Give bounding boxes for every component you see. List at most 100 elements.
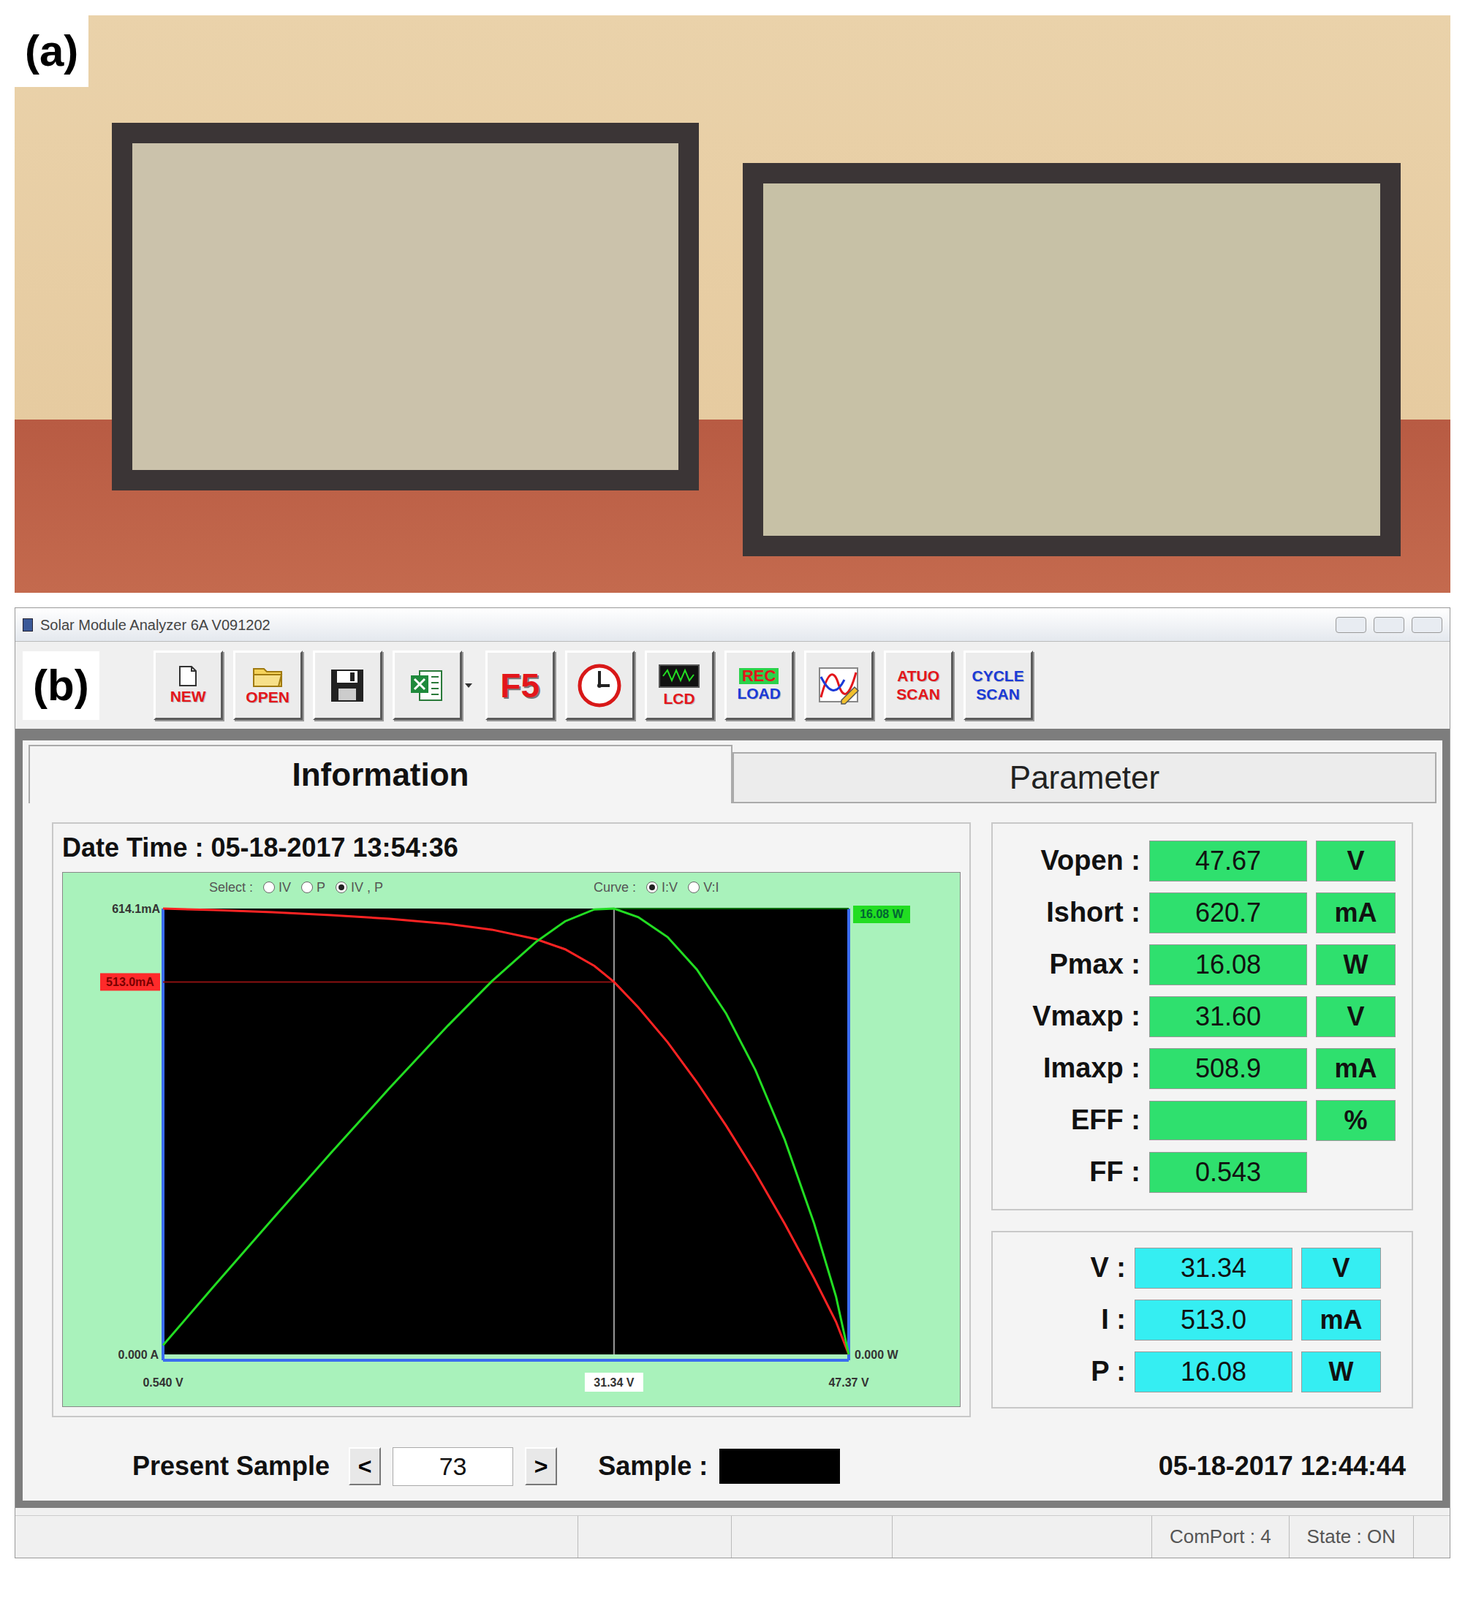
tab[interactable]: Parameter: [732, 752, 1437, 804]
radio-circle-icon: [646, 881, 658, 894]
right-column: Vopen :47.67VIshort :620.7mAPmax :16.08W…: [991, 822, 1414, 1418]
field-unit: mA: [1301, 1299, 1381, 1341]
toolbar-button-label: REC: [739, 668, 779, 685]
toolbar: (b)NEWOPENF5LCDRECLOADATUOSCANCYCLESCAN: [15, 641, 1450, 729]
monitor-wave-icon: [657, 663, 702, 690]
scan-toolbar-button[interactable]: CYCLESCAN: [963, 650, 1033, 721]
bottom-axis: [163, 1358, 849, 1362]
field-unit: %: [1315, 1100, 1396, 1142]
field-label: V :: [1001, 1247, 1126, 1289]
current-marker-label: 513.0mA: [106, 975, 155, 989]
save-toolbar-button[interactable]: [312, 650, 383, 721]
y-left-max-label: 614.1mA: [111, 902, 161, 916]
toolbar-button-label: SCAN: [896, 686, 941, 703]
folder-icon: [251, 664, 284, 688]
main-panel: InformationParameter Date Time : 05-18-20…: [15, 728, 1450, 1509]
x-max-label: 47.37 V: [828, 1376, 869, 1389]
floppy-disk-icon: [326, 665, 368, 707]
toolbar-item: RECLOAD: [724, 650, 794, 721]
field-value: 31.60: [1149, 996, 1308, 1038]
scan-toolbar-button[interactable]: ATUOSCAN: [883, 650, 954, 721]
iv-plot[interactable]: 614.1mA513.0mA0.000 A16.08 W0.000 W0.540…: [62, 902, 961, 1407]
radio-option[interactable]: V:I: [687, 877, 719, 898]
screenshot-label: (b): [22, 651, 100, 721]
cursor-readout-grid: V :31.34VI :513.0mAP :16.08W: [1001, 1247, 1403, 1393]
maximize-button[interactable]: [1373, 616, 1405, 634]
refresh-toolbar-button[interactable]: F5: [485, 650, 555, 721]
excel-icon: [406, 665, 448, 707]
power-max-box: [853, 905, 911, 924]
chart-group: Date Time : 05-18-2017 13:54:36Select :I…: [51, 822, 971, 1418]
radio-option[interactable]: I:V: [646, 877, 678, 898]
sample-number-field[interactable]: 73: [392, 1447, 514, 1487]
field-label: Pmax :: [1001, 943, 1141, 986]
tab[interactable]: Information: [28, 744, 733, 804]
plot-area: [163, 908, 849, 1355]
field-unit: V: [1301, 1247, 1381, 1289]
field-value: 513.0: [1134, 1299, 1293, 1341]
radio-label: I:V: [661, 877, 678, 898]
field-unit: V: [1315, 840, 1396, 882]
status-bar: ComPort : 4State : ON: [15, 1515, 1450, 1558]
toolbar-item: ATUOSCAN: [883, 650, 954, 721]
y-left-min-label: 0.000 A: [118, 1348, 160, 1362]
field-value: 0.543: [1149, 1152, 1308, 1194]
toolbar-item: NEW: [153, 650, 223, 721]
open-toolbar-button[interactable]: OPEN: [233, 650, 303, 721]
toolbar-button-label: ATUO: [896, 668, 940, 685]
left-axis: [161, 908, 165, 1361]
right-axis: [847, 908, 851, 1361]
field-label: FF :: [1001, 1151, 1141, 1194]
toolbar-item: [312, 650, 383, 721]
radio-label: IV , P: [350, 877, 384, 898]
radio-label: V:I: [703, 877, 719, 898]
field-value: 47.67: [1149, 840, 1308, 882]
status-bar-cell: State : ON: [1288, 1516, 1414, 1558]
toolbar-button-label: LOAD: [736, 685, 781, 702]
tab-bar: InformationParameter: [22, 740, 1443, 804]
field-value: 16.08: [1134, 1351, 1293, 1393]
present-sample-label: Present Sample: [132, 1446, 330, 1487]
field-unit: mA: [1315, 892, 1396, 934]
clock-toolbar-button[interactable]: [565, 650, 635, 721]
date-time: Date Time : 05-18-2017 13:54:36: [62, 828, 961, 868]
field-label: I :: [1001, 1299, 1126, 1341]
app-window: Solar Module Analyzer 6A V091202 (b) NEWOP…: [14, 607, 1451, 1559]
chart-pencil-icon: [815, 662, 862, 710]
dropdown-arrow-icon[interactable]: [462, 650, 476, 721]
radio-option[interactable]: IV , P: [335, 877, 384, 898]
window-title: Solar Module Analyzer 6A V091202: [40, 614, 271, 637]
close-button[interactable]: [1411, 616, 1443, 634]
radio-option[interactable]: P: [301, 877, 326, 898]
x-min-label: 0.540 V: [142, 1376, 183, 1389]
toolbar-item: [392, 650, 476, 721]
series-line: [163, 908, 849, 1355]
clock-icon: [576, 662, 623, 710]
title-bar: Solar Module Analyzer 6A V091202: [15, 608, 1450, 642]
excel-toolbar-button[interactable]: [392, 650, 463, 721]
field-label: Imaxp :: [1001, 1047, 1141, 1090]
next-sample-button[interactable]: >: [524, 1447, 558, 1486]
radio-circle-icon: [335, 881, 348, 894]
window-frame-right: [742, 163, 1401, 557]
window-frame-left: [111, 122, 699, 491]
minimize-button[interactable]: [1335, 616, 1367, 634]
toolbar-button-label: F5: [500, 668, 540, 703]
radio-label: P: [316, 877, 326, 898]
field-value: 620.7: [1149, 892, 1308, 934]
previous-sample-button[interactable]: <: [348, 1447, 381, 1486]
power-max-line: [614, 907, 849, 910]
scope-toolbar-button[interactable]: [804, 650, 874, 721]
y-right-max-label: 16.08 W: [859, 907, 904, 921]
rec-toolbar-button[interactable]: RECLOAD: [724, 650, 794, 721]
cursor-readout-box: V :31.34VI :513.0mAP :16.08W: [991, 1231, 1414, 1409]
lcd-toolbar-button[interactable]: LCD: [644, 650, 715, 721]
toolbar-item: [804, 650, 874, 721]
figure: (a)Solar Module Analyzer 6A V091202(b)NE…: [0, 0, 1465, 1600]
field-unit: V: [1315, 996, 1396, 1038]
radio-option[interactable]: IV: [263, 877, 291, 898]
new-toolbar-button[interactable]: NEW: [153, 650, 223, 721]
radio-circle-icon: [263, 881, 275, 894]
current-timestamp: 05-18-2017 12:44:44: [1158, 1446, 1406, 1487]
toolbar-item: LCD: [644, 650, 715, 721]
